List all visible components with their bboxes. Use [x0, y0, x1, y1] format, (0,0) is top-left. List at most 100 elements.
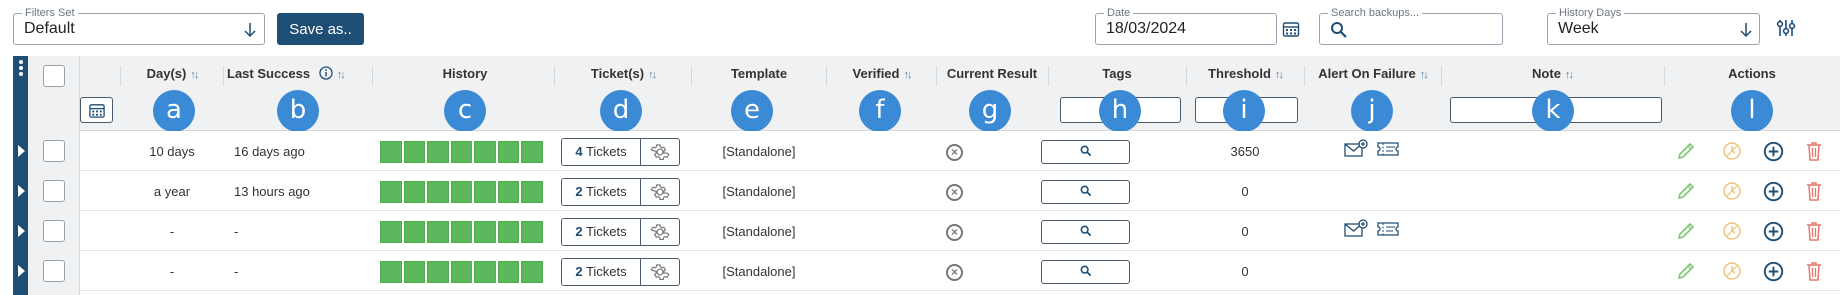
history-day-ok[interactable] — [450, 141, 473, 163]
history-bar[interactable] — [380, 221, 544, 243]
history-day-ok[interactable] — [450, 181, 473, 203]
add-circle-icon[interactable] — [1763, 181, 1784, 202]
trash-icon[interactable] — [1804, 140, 1824, 162]
history-day-ok[interactable] — [497, 181, 520, 203]
history-day-ok[interactable] — [380, 221, 402, 243]
history-day-ok[interactable] — [450, 261, 473, 283]
ticket-settings-button[interactable] — [641, 259, 679, 285]
history-day-ok[interactable] — [427, 141, 449, 163]
history-bar[interactable] — [380, 141, 544, 163]
history-day-ok[interactable] — [497, 141, 520, 163]
sort-icon[interactable]: ↑↓ — [1420, 69, 1429, 81]
history-day-ok[interactable] — [450, 221, 473, 243]
expand-row-icon[interactable] — [18, 145, 25, 157]
row-checkbox[interactable] — [43, 180, 65, 202]
header-alert-on-failure[interactable]: Alert On Failure ↑↓ — [1306, 66, 1439, 81]
tickets-button[interactable]: 2 Tickets — [562, 179, 641, 205]
table-row[interactable]: - - 2 Tickets [Standalone] × 0 — [80, 211, 1840, 251]
history-bar[interactable] — [380, 181, 544, 203]
history-day-ok[interactable] — [380, 261, 402, 283]
current-result-button[interactable] — [1041, 220, 1130, 244]
ticket-alert-icon[interactable] — [1376, 141, 1400, 157]
history-day-ok[interactable] — [403, 141, 426, 163]
header-days[interactable]: Day(s) ↑↓ — [126, 66, 218, 81]
expand-row-icon[interactable] — [18, 185, 25, 197]
trash-icon[interactable] — [1804, 180, 1824, 202]
history-days-select[interactable]: History Days Week — [1547, 7, 1760, 45]
filters-set-select[interactable]: Filters Set Default — [13, 7, 265, 45]
select-all-checkbox[interactable] — [43, 65, 65, 87]
row-checkbox[interactable] — [43, 140, 65, 162]
info-icon[interactable] — [319, 66, 333, 80]
sliders-icon[interactable] — [1776, 19, 1796, 37]
history-day-ok[interactable] — [403, 181, 426, 203]
sort-icon[interactable]: ↑↓ — [190, 69, 199, 81]
history-bar[interactable] — [380, 261, 544, 283]
tickets-button[interactable]: 2 Tickets — [562, 259, 641, 285]
calendar-icon[interactable] — [1282, 20, 1300, 38]
edit-icon[interactable] — [1676, 141, 1696, 161]
row-checkbox[interactable] — [43, 220, 65, 242]
pause-schedule-icon[interactable] — [1722, 181, 1742, 201]
history-day-ok[interactable] — [403, 221, 426, 243]
email-alert-icon[interactable] — [1344, 219, 1368, 239]
sort-icon[interactable]: ↑↓ — [648, 69, 657, 81]
history-day-ok[interactable] — [521, 141, 544, 163]
sort-icon[interactable]: ↑↓ — [1275, 69, 1284, 81]
pause-schedule-icon[interactable] — [1722, 221, 1742, 241]
header-note[interactable]: Note ↑↓ — [1443, 66, 1661, 81]
history-day-ok[interactable] — [380, 181, 402, 203]
edit-icon[interactable] — [1676, 181, 1696, 201]
tickets-button[interactable]: 4 Tickets — [562, 139, 641, 165]
current-result-button[interactable] — [1041, 260, 1130, 284]
history-day-ok[interactable] — [521, 261, 544, 283]
tickets-button[interactable]: 2 Tickets — [562, 219, 641, 245]
trash-icon[interactable] — [1804, 220, 1824, 242]
history-day-ok[interactable] — [497, 261, 520, 283]
history-day-ok[interactable] — [521, 181, 544, 203]
ticket-alert-icon[interactable] — [1376, 221, 1400, 237]
edit-icon[interactable] — [1676, 261, 1696, 281]
add-circle-icon[interactable] — [1763, 141, 1784, 162]
header-threshold[interactable]: Threshold ↑↓ — [1188, 66, 1302, 81]
history-day-ok[interactable] — [427, 221, 449, 243]
search-backups-field[interactable]: Search backups... — [1319, 7, 1503, 45]
header-tickets[interactable]: Ticket(s) ↑↓ — [558, 66, 688, 81]
history-day-ok[interactable] — [474, 181, 496, 203]
table-row[interactable]: - - 2 Tickets [Standalone] × 0 — [80, 251, 1840, 291]
history-day-ok[interactable] — [403, 261, 426, 283]
history-day-ok[interactable] — [474, 141, 496, 163]
history-day-ok[interactable] — [427, 261, 449, 283]
header-verified[interactable]: Verified ↑↓ — [830, 66, 933, 81]
date-filter-button[interactable] — [80, 97, 113, 123]
save-as-button[interactable]: Save as.. — [277, 13, 364, 45]
sort-icon[interactable]: ↑↓ — [337, 69, 346, 81]
pause-schedule-icon[interactable] — [1722, 261, 1742, 281]
history-day-ok[interactable] — [474, 221, 496, 243]
expand-row-icon[interactable] — [18, 225, 25, 237]
history-day-ok[interactable] — [474, 261, 496, 283]
history-day-ok[interactable] — [427, 181, 449, 203]
current-result-button[interactable] — [1041, 140, 1130, 164]
pause-schedule-icon[interactable] — [1722, 141, 1742, 161]
ticket-settings-button[interactable] — [641, 139, 679, 165]
trash-icon[interactable] — [1804, 260, 1824, 282]
ticket-settings-button[interactable] — [641, 219, 679, 245]
history-day-ok[interactable] — [380, 141, 402, 163]
history-day-ok[interactable] — [521, 221, 544, 243]
current-result-button[interactable] — [1041, 180, 1130, 204]
expand-row-icon[interactable] — [18, 265, 25, 277]
table-row[interactable]: 10 days 16 days ago 4 Tickets [Standalon… — [80, 131, 1840, 171]
sort-icon[interactable]: ↑↓ — [903, 69, 912, 81]
ticket-settings-button[interactable] — [641, 179, 679, 205]
sort-icon[interactable]: ↑↓ — [1565, 69, 1574, 81]
more-vertical-icon[interactable] — [18, 59, 24, 79]
add-circle-icon[interactable] — [1763, 261, 1784, 282]
add-circle-icon[interactable] — [1763, 221, 1784, 242]
table-row[interactable]: a year 13 hours ago 2 Tickets [Standalon… — [80, 171, 1840, 211]
edit-icon[interactable] — [1676, 221, 1696, 241]
history-day-ok[interactable] — [497, 221, 520, 243]
email-alert-icon[interactable] — [1344, 139, 1368, 159]
date-field[interactable]: Date 18/03/2024 — [1095, 7, 1300, 45]
header-last-success[interactable]: Last Success ↑↓ — [227, 66, 367, 81]
